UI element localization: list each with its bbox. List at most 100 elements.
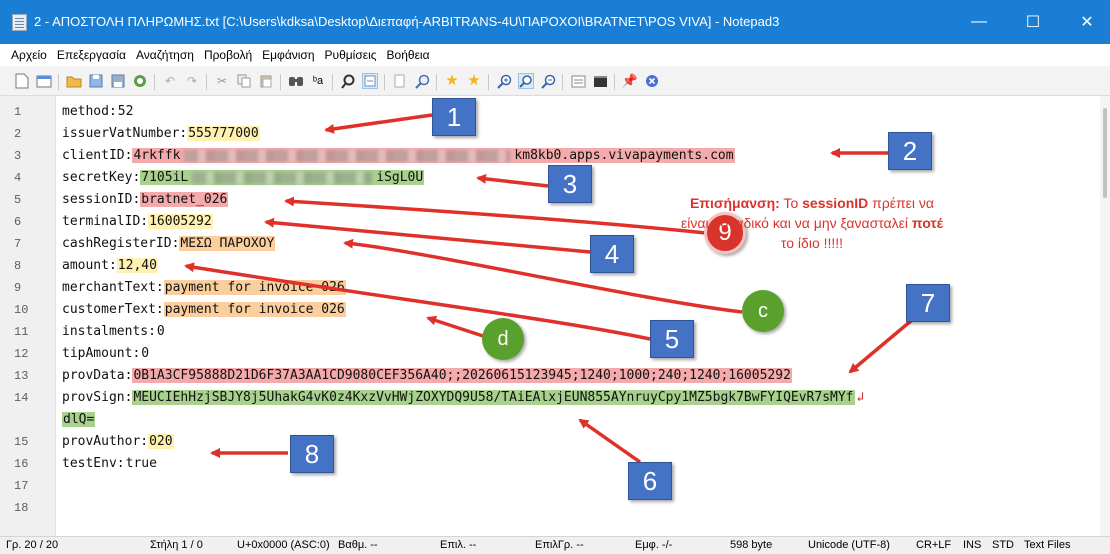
find-next-icon[interactable] bbox=[340, 73, 356, 89]
line-number: 11 bbox=[14, 325, 29, 339]
new-icon[interactable] bbox=[14, 73, 30, 89]
code-value: dlQ= bbox=[62, 412, 96, 427]
code-value-text: payment for invoice 026 bbox=[164, 280, 345, 295]
code-value-text: ΜΕΣΩ ΠΑΡΟΧΟΥ bbox=[180, 236, 275, 251]
code-value-text: payment for invoice 026 bbox=[164, 302, 345, 317]
exit-icon[interactable] bbox=[644, 73, 660, 89]
code-value: 0 bbox=[156, 324, 166, 339]
code-key: clientID: bbox=[62, 148, 133, 163]
status-line: Γρ. 20 / 20 bbox=[6, 539, 59, 551]
annotation-circle-c: c bbox=[742, 290, 784, 332]
code-line[interactable]: customerText:payment for invoice 026 bbox=[62, 300, 346, 320]
menu-edit[interactable]: Επεξεργασία bbox=[52, 48, 131, 62]
add-favorite-icon[interactable]: ★ bbox=[466, 73, 482, 89]
code-value: 12,40 bbox=[116, 258, 158, 273]
line-number: 17 bbox=[14, 479, 29, 493]
zoom-page-icon[interactable] bbox=[392, 73, 408, 89]
code-line[interactable]: clientID:4rkffk km8kb0.apps.vivapayments.… bbox=[62, 146, 735, 166]
code-value-text: true bbox=[125, 456, 157, 471]
cut-icon[interactable]: ✂ bbox=[214, 73, 230, 89]
code-line[interactable]: secretKey:7105iL iSgL0U bbox=[62, 168, 425, 188]
menu-appearance[interactable]: Εμφάνιση bbox=[257, 48, 319, 62]
code-value-suffix: iSgL0U bbox=[376, 170, 424, 185]
code-value: payment for invoice 026 bbox=[163, 302, 346, 317]
zoom-reset-icon[interactable] bbox=[518, 73, 534, 89]
line-number: 1 bbox=[14, 105, 22, 119]
code-line[interactable]: method:52 bbox=[62, 102, 134, 122]
code-line[interactable]: provData:0B1A3CF95888D21D6F37A3AA1CD9080… bbox=[62, 366, 792, 386]
note-label: Επισήμανση: bbox=[689, 195, 780, 211]
code-line[interactable]: terminalID:16005292 bbox=[62, 212, 213, 232]
close-button[interactable]: ✕ bbox=[1064, 0, 1110, 44]
annotation-badge-2: 2 bbox=[888, 132, 932, 170]
code-value-text: 0 bbox=[156, 324, 165, 339]
redo-icon[interactable]: ↷ bbox=[184, 73, 200, 89]
copy-icon[interactable] bbox=[236, 73, 252, 89]
vertical-scrollbar[interactable] bbox=[1100, 96, 1110, 536]
zoom-out-icon[interactable] bbox=[540, 73, 556, 89]
new-window-icon[interactable] bbox=[36, 73, 52, 89]
scheme-icon[interactable] bbox=[570, 73, 586, 89]
scrollbar-thumb[interactable] bbox=[1103, 108, 1107, 198]
code-line[interactable]: issuerVatNumber:555777000 bbox=[62, 124, 260, 144]
code-line[interactable]: merchantText:payment for invoice 026 bbox=[62, 278, 346, 298]
browse-icon[interactable] bbox=[132, 73, 148, 89]
toolbar-separator bbox=[58, 74, 59, 90]
pin-icon[interactable]: 📌 bbox=[622, 73, 638, 89]
code-line[interactable]: provSign:MEUCIEhHzjSBJY8j5UhakG4vK0z4Kxz… bbox=[62, 388, 864, 408]
minimize-button[interactable]: — bbox=[956, 0, 1002, 44]
title-bar: 2 - ΑΠΟΣΤΟΛΗ ΠΛΗΡΩΜΗΣ.txt [C:\Users\kdks… bbox=[0, 0, 1110, 44]
paste-icon[interactable] bbox=[258, 73, 274, 89]
code-line[interactable]: dlQ= bbox=[62, 410, 96, 430]
save-as-icon[interactable] bbox=[110, 73, 126, 89]
menu-settings[interactable]: Ρυθμίσεις bbox=[320, 48, 382, 62]
code-key: merchantText: bbox=[62, 280, 164, 295]
code-value: 4rkffk km8kb0.apps.vivapayments.com bbox=[132, 148, 735, 163]
status-size: 598 byte bbox=[730, 539, 773, 551]
line-number: 13 bbox=[14, 369, 29, 383]
status-column: Στήλη 1 / 0 bbox=[150, 539, 203, 551]
code-line[interactable]: sessionID:bratnet_026 bbox=[62, 190, 229, 210]
code-value: 020 bbox=[148, 434, 174, 449]
toolbar-separator bbox=[280, 74, 281, 90]
code-key: issuerVatNumber: bbox=[62, 126, 188, 141]
code-line[interactable]: testEnv:true bbox=[62, 454, 158, 474]
code-line[interactable] bbox=[62, 498, 64, 518]
code-line[interactable]: instalments:0 bbox=[62, 322, 166, 342]
console-icon[interactable] bbox=[592, 73, 608, 89]
code-value-text: 16005292 bbox=[149, 214, 212, 229]
replace-icon[interactable]: ᵇa bbox=[310, 73, 326, 89]
code-key: provSign: bbox=[62, 390, 133, 405]
line-number: 5 bbox=[14, 193, 22, 207]
code-line[interactable]: provAuthor:020 bbox=[62, 432, 174, 452]
code-line[interactable]: tipAmount:0 bbox=[62, 344, 150, 364]
annotation-circle-d: d bbox=[482, 318, 524, 360]
line-number: 10 bbox=[14, 303, 29, 317]
undo-icon[interactable]: ↶ bbox=[162, 73, 178, 89]
code-value: ΜΕΣΩ ΠΑΡΟΧΟΥ bbox=[179, 236, 276, 251]
zoom-in-icon[interactable] bbox=[496, 73, 512, 89]
menu-file[interactable]: Αρχείο bbox=[6, 48, 52, 62]
open-folder-icon[interactable] bbox=[66, 73, 82, 89]
code-line[interactable]: cashRegisterID:ΜΕΣΩ ΠΑΡΟΧΟΥ bbox=[62, 234, 276, 254]
find-icon[interactable] bbox=[288, 73, 304, 89]
status-filetype: Text Files bbox=[1024, 539, 1071, 551]
status-selected-lines: ΕπιλΓρ. -- bbox=[535, 539, 584, 551]
favorite-icon[interactable]: ★ bbox=[444, 73, 460, 89]
maximize-button[interactable]: ☐ bbox=[1010, 0, 1056, 44]
code-line[interactable] bbox=[62, 476, 64, 496]
code-value-text: 020 bbox=[149, 434, 173, 449]
code-line[interactable]: amount:12,40 bbox=[62, 256, 158, 276]
toolbar-separator bbox=[436, 74, 437, 90]
code-key: secretKey: bbox=[62, 170, 141, 185]
note-never: ποτέ bbox=[911, 215, 943, 231]
menu-view[interactable]: Προβολή bbox=[199, 48, 257, 62]
menu-search[interactable]: Αναζήτηση bbox=[131, 48, 199, 62]
word-wrap-icon[interactable] bbox=[362, 73, 378, 89]
zoom-find-icon[interactable] bbox=[414, 73, 430, 89]
save-icon[interactable] bbox=[88, 73, 104, 89]
annotation-badge-7: 7 bbox=[906, 284, 950, 322]
menu-help[interactable]: Βοήθεια bbox=[382, 48, 435, 62]
code-value: payment for invoice 026 bbox=[163, 280, 346, 295]
note-text-3: το ίδιο !!!!! bbox=[780, 235, 844, 251]
